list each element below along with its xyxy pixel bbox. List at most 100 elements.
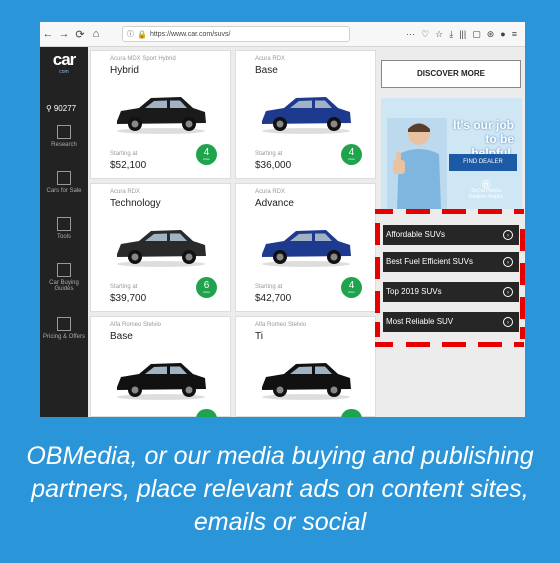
lock-icon: 🔒 bbox=[137, 29, 147, 39]
arrow-right-icon: › bbox=[503, 230, 513, 240]
home-icon[interactable]: ⌂ bbox=[88, 28, 104, 40]
highlight-dash bbox=[406, 209, 430, 214]
highlight-dash bbox=[375, 223, 380, 245]
caption-text: OBMedia, or our media buying and publish… bbox=[26, 442, 534, 536]
car-hubcap bbox=[330, 120, 338, 128]
card-model: Alfa Romeo Stelvio bbox=[110, 322, 162, 328]
vehicle-card[interactable]: Acura RDX Base Starting at $36,000 4 trim… bbox=[235, 50, 376, 179]
card-trim: Base bbox=[255, 65, 278, 76]
car-com-logo[interactable]: car com bbox=[46, 50, 82, 78]
related-link-label: Top 2019 SUVs bbox=[386, 287, 442, 296]
card-model: Alfa Romeo Stelvio bbox=[255, 322, 307, 328]
logo-suffix: com bbox=[59, 69, 69, 75]
vehicle-card[interactable]: Alfa Romeo Stelvio Base bbox=[90, 316, 231, 417]
sidebar-item-research[interactable]: Research bbox=[40, 125, 88, 148]
sidebar-item-tools[interactable]: Tools bbox=[40, 217, 88, 240]
highlight-dash bbox=[514, 342, 524, 347]
card-model: Acura RDX bbox=[255, 56, 286, 62]
zip-location[interactable]: ⚲ 90277 bbox=[46, 104, 76, 113]
car-hubcap bbox=[330, 386, 338, 394]
sidebar-item-label: Pricing & Offers bbox=[43, 334, 85, 340]
address-bar[interactable]: ⓘ 🔒 https://www.car.com/suvs/ bbox=[122, 26, 350, 42]
related-link-top-2019-suvs[interactable]: Top 2019 SUVs › bbox=[383, 282, 519, 302]
extension-icon[interactable]: ⊛ bbox=[487, 29, 495, 40]
car-hubcap bbox=[131, 253, 139, 261]
related-link-label: Most Reliable SUV bbox=[386, 317, 454, 326]
bookmark-star-icon[interactable]: ☆ bbox=[435, 29, 443, 40]
sidebar-item-label: Cars for Sale bbox=[46, 188, 82, 194]
car-hubcap bbox=[276, 120, 284, 128]
related-link-fuel-efficient-suvs[interactable]: Best Fuel Efficient SUVs › bbox=[383, 252, 519, 272]
card-model: Acura RDX bbox=[255, 189, 286, 195]
trim-count-badge[interactable]: 4 trims bbox=[341, 144, 362, 165]
card-starting-label: Starting at bbox=[255, 151, 283, 157]
sidebar-item-cars-for-sale[interactable]: Cars for Sale bbox=[40, 171, 88, 194]
highlight-dash bbox=[375, 291, 380, 313]
highlight-dash bbox=[520, 263, 525, 285]
tools-icon bbox=[57, 217, 71, 231]
library-icon[interactable]: ||| bbox=[459, 29, 466, 40]
vehicle-card[interactable]: Acura RDX Technology Starting at $39,700… bbox=[90, 183, 231, 312]
research-icon bbox=[57, 125, 71, 139]
screenshot: ← → ⟳ ⌂ ⓘ 🔒 https://www.car.com/suvs/ ··… bbox=[40, 22, 525, 417]
trim-count-badge[interactable] bbox=[341, 409, 362, 417]
page-actions-icon[interactable]: ··· bbox=[406, 29, 415, 40]
card-trim: Base bbox=[110, 331, 133, 342]
vehicle-card[interactable]: Alfa Romeo Stelvio Ti bbox=[235, 316, 376, 417]
trim-count-badge[interactable]: 4 trims bbox=[196, 144, 217, 165]
site-sidebar: car com ⚲ 90277 Research Cars for Sale To… bbox=[40, 47, 88, 417]
sidebar-item-label: Tools bbox=[56, 234, 71, 240]
discover-more-button[interactable]: DISCOVER MORE bbox=[381, 60, 521, 88]
sidebar-item-pricing-offers[interactable]: Pricing & Offers bbox=[40, 317, 88, 340]
offers-icon bbox=[57, 317, 71, 331]
ad-brand-tag: Helpful bbox=[487, 194, 504, 200]
ad-brand: Ⓗ SoCal Honda Dealers Helpful bbox=[456, 181, 516, 201]
find-dealer-button[interactable]: FIND DEALER bbox=[449, 154, 517, 171]
reload-icon[interactable]: ⟳ bbox=[72, 28, 88, 41]
related-link-label: Affordable SUVs bbox=[386, 230, 445, 239]
forward-icon[interactable]: → bbox=[56, 28, 72, 40]
honda-ad-banner[interactable]: It's our job to be helpful. FIND DEALER … bbox=[381, 98, 522, 209]
trim-count-label: trims bbox=[203, 157, 210, 161]
trim-count-badge[interactable]: 4 trims bbox=[341, 277, 362, 298]
highlight-dash bbox=[375, 322, 380, 337]
browser-toolbar: ← → ⟳ ⌂ ⓘ 🔒 https://www.car.com/suvs/ ··… bbox=[40, 22, 525, 47]
downloads-icon[interactable]: ⤓ bbox=[449, 29, 453, 40]
zip-code: 90277 bbox=[53, 104, 77, 113]
vehicle-card[interactable]: Acura MDX Sport Hybrid Hybrid Starting a… bbox=[90, 50, 231, 179]
vehicle-card[interactable]: Acura RDX Advance Starting at $42,700 4t… bbox=[235, 183, 376, 312]
arrow-right-icon: › bbox=[503, 317, 513, 327]
related-link-most-reliable-suv[interactable]: Most Reliable SUV › bbox=[383, 312, 519, 332]
extension-dot-icon[interactable]: ● bbox=[500, 29, 505, 40]
card-starting-label: Starting at bbox=[110, 284, 138, 290]
ad-person-image bbox=[387, 118, 447, 209]
pocket-icon[interactable]: ♡ bbox=[421, 29, 429, 40]
highlight-dash bbox=[375, 209, 393, 214]
card-trim: Advance bbox=[255, 198, 294, 209]
card-price: $52,100 bbox=[110, 160, 147, 171]
related-link-label: Best Fuel Efficient SUVs bbox=[386, 257, 473, 266]
trim-count-label: trims bbox=[348, 157, 355, 161]
location-pin-icon: ⚲ bbox=[46, 104, 52, 113]
car-image bbox=[117, 97, 206, 134]
card-trim: Technology bbox=[110, 198, 161, 209]
card-starting-label: Starting at bbox=[255, 284, 283, 290]
arrow-right-icon: › bbox=[503, 257, 513, 267]
trim-count-badge[interactable]: 6 trims bbox=[196, 277, 217, 298]
related-link-affordable-suvs[interactable]: Affordable SUVs › bbox=[383, 225, 519, 245]
highlight-dash bbox=[520, 327, 525, 339]
highlight-dash bbox=[442, 342, 466, 347]
menu-icon[interactable]: ≡ bbox=[512, 29, 517, 40]
trim-count-badge[interactable] bbox=[196, 409, 217, 417]
sidebar-icon[interactable]: ▢ bbox=[472, 29, 481, 40]
trim-count-label: trims bbox=[348, 290, 355, 294]
car-hubcap bbox=[330, 253, 338, 261]
sidebar-item-guides[interactable]: Car Buying Guides bbox=[40, 263, 88, 292]
car-image bbox=[117, 230, 206, 267]
cars-for-sale-icon bbox=[57, 171, 71, 185]
car-hubcap bbox=[185, 386, 193, 394]
info-icon: ⓘ bbox=[127, 31, 134, 38]
car-hubcap bbox=[131, 386, 139, 394]
back-icon[interactable]: ← bbox=[40, 28, 56, 40]
ad-brand-line2: Dealers bbox=[468, 194, 487, 200]
